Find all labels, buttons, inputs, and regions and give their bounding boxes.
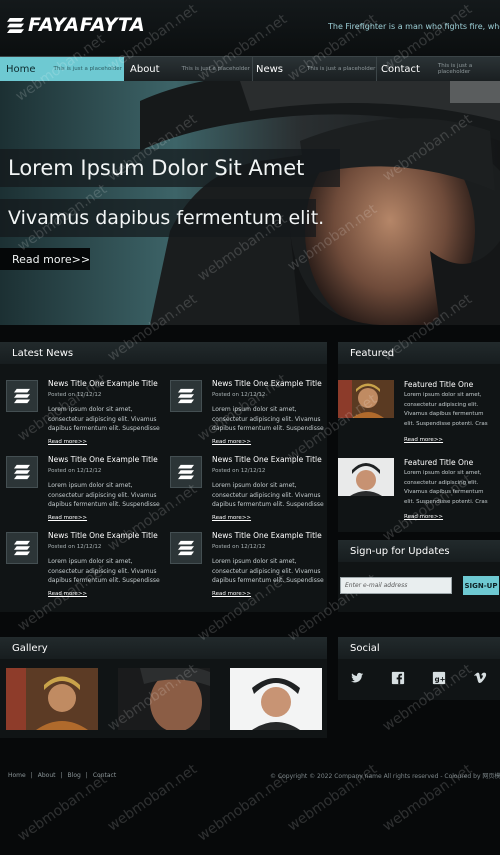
news-body: Lorem ipsum dolor sit amet, consectetur … <box>48 482 160 508</box>
nav-sub-home: This is just a placeholder <box>53 66 122 72</box>
news-date: Posted on 12/12/12 <box>212 468 266 474</box>
hero-title: Lorem Ipsum Dolor Sit Amet <box>0 149 340 187</box>
news-date: Posted on 12/12/12 <box>48 544 102 550</box>
latest-news-heading: Latest News <box>0 342 327 364</box>
hero-subtitle: Vivamus dapibus fermentum elit. <box>0 199 324 237</box>
featured-item: Featured Title One Lorem ipsum dolor sit… <box>338 380 498 452</box>
news-read-more-link[interactable]: Read more>> <box>48 439 87 445</box>
featured-read-more-link[interactable]: Read more>> <box>404 514 443 520</box>
featured-body: Lorem ipsum dolor sit amet, consectetur … <box>404 470 488 505</box>
footer-separator: | <box>30 771 33 779</box>
nav-label-home: Home <box>6 63 36 75</box>
twitter-icon[interactable] <box>350 671 364 685</box>
news-item: News Title One Example Title Posted on 1… <box>6 455 166 528</box>
footer-link-blog[interactable]: Blog <box>68 772 81 779</box>
news-icon <box>14 464 30 480</box>
hero-banner: Lorem Ipsum Dolor Sit Amet Vivamus dapib… <box>0 81 500 325</box>
gallery-image[interactable] <box>6 668 98 730</box>
signup-button[interactable]: SIGN-UP <box>463 576 499 595</box>
gallery-heading: Gallery <box>0 637 327 659</box>
footer-link-about[interactable]: About <box>38 772 56 779</box>
news-icon <box>178 540 194 556</box>
nav-label-news: News <box>256 63 284 75</box>
nav-item-home[interactable]: Home This is just a placeholder <box>0 57 124 81</box>
news-read-more-link[interactable]: Read more>> <box>48 515 87 521</box>
main-nav: Home This is just a placeholder About Th… <box>0 56 500 82</box>
hero-read-more-button[interactable]: Read more>> <box>0 248 90 270</box>
news-thumb <box>170 532 202 564</box>
news-item: News Title One Example Title Posted on 1… <box>170 455 330 528</box>
news-body: Lorem ipsum dolor sit amet, consectetur … <box>212 558 324 584</box>
news-body: Lorem ipsum dolor sit amet, consectetur … <box>48 406 160 432</box>
featured-image[interactable] <box>338 380 394 418</box>
footer-link-home[interactable]: Home <box>8 772 26 779</box>
logo-icon <box>7 17 24 33</box>
news-thumb <box>170 456 202 488</box>
news-title[interactable]: News Title One Example Title <box>212 379 322 388</box>
news-read-more-link[interactable]: Read more>> <box>212 439 251 445</box>
featured-title[interactable]: Featured Title One <box>404 458 473 467</box>
news-title[interactable]: News Title One Example Title <box>48 455 158 464</box>
vimeo-icon[interactable] <box>473 671 487 685</box>
news-item: News Title One Example Title Posted on 1… <box>6 531 166 604</box>
nav-label-contact: Contact <box>381 63 420 75</box>
featured-image[interactable] <box>338 458 394 496</box>
news-title[interactable]: News Title One Example Title <box>212 455 322 464</box>
nav-item-news[interactable]: News This is just a placeholder <box>252 57 377 81</box>
header-tagline: The Firefighter is a man who fights fire… <box>328 22 500 31</box>
news-item: News Title One Example Title Posted on 1… <box>6 379 166 452</box>
nav-label-about: About <box>130 63 160 75</box>
news-item: News Title One Example Title Posted on 1… <box>170 379 330 452</box>
email-input[interactable]: Enter e-mail address <box>340 577 452 594</box>
gallery-image[interactable] <box>230 668 322 730</box>
nav-item-about[interactable]: About This is just a placeholder <box>128 57 252 81</box>
news-body: Lorem ipsum dolor sit amet, consectetur … <box>48 558 160 584</box>
social-panel: Social <box>338 637 500 700</box>
nav-sub-news: This is just a placeholder <box>307 66 376 72</box>
news-thumb <box>6 456 38 488</box>
featured-read-more-link[interactable]: Read more>> <box>404 437 443 443</box>
news-date: Posted on 12/12/12 <box>48 468 102 474</box>
news-title[interactable]: News Title One Example Title <box>48 379 158 388</box>
footer-copyright: © Copyright © 2022 Company name All righ… <box>270 773 500 780</box>
logo-text: FAYAFAYTA <box>28 14 146 36</box>
facebook-icon[interactable] <box>391 671 405 685</box>
news-date: Posted on 12/12/12 <box>48 392 102 398</box>
featured-heading: Featured <box>338 342 500 364</box>
google-plus-icon[interactable]: g+ <box>432 671 446 685</box>
news-title[interactable]: News Title One Example Title <box>48 531 158 540</box>
news-date: Posted on 12/12/12 <box>212 544 266 550</box>
site-logo[interactable]: FAYAFAYTA <box>6 14 145 36</box>
featured-item: Featured Title One Lorem ipsum dolor sit… <box>338 458 498 530</box>
gallery-image[interactable] <box>118 668 210 730</box>
news-icon <box>14 540 30 556</box>
signup-heading: Sign-up for Updates <box>338 540 500 562</box>
featured-title[interactable]: Featured Title One <box>404 380 473 389</box>
news-thumb <box>6 380 38 412</box>
news-body: Lorem ipsum dolor sit amet, consectetur … <box>212 406 324 432</box>
news-icon <box>178 464 194 480</box>
news-read-more-link[interactable]: Read more>> <box>212 515 251 521</box>
news-read-more-link[interactable]: Read more>> <box>212 591 251 597</box>
footer-separator: | <box>60 771 63 779</box>
nav-item-contact[interactable]: Contact This is just a placeholder <box>376 57 500 81</box>
footer-separator: | <box>85 771 88 779</box>
news-item: News Title One Example Title Posted on 1… <box>170 531 330 604</box>
featured-body: Lorem ipsum dolor sit amet, consectetur … <box>404 392 488 427</box>
news-thumb <box>170 380 202 412</box>
news-icon <box>178 388 194 404</box>
social-heading: Social <box>338 637 500 659</box>
news-read-more-link[interactable]: Read more>> <box>48 591 87 597</box>
news-icon <box>14 388 30 404</box>
svg-text:g+: g+ <box>435 676 446 684</box>
nav-sub-contact: This is just a placeholder <box>437 63 473 75</box>
news-thumb <box>6 532 38 564</box>
news-date: Posted on 12/12/12 <box>212 392 266 398</box>
footer-link-contact[interactable]: Contact <box>93 772 116 779</box>
news-title[interactable]: News Title One Example Title <box>212 531 322 540</box>
news-body: Lorem ipsum dolor sit amet, consectetur … <box>212 482 324 508</box>
nav-sub-about: This is just a placeholder <box>181 66 250 72</box>
